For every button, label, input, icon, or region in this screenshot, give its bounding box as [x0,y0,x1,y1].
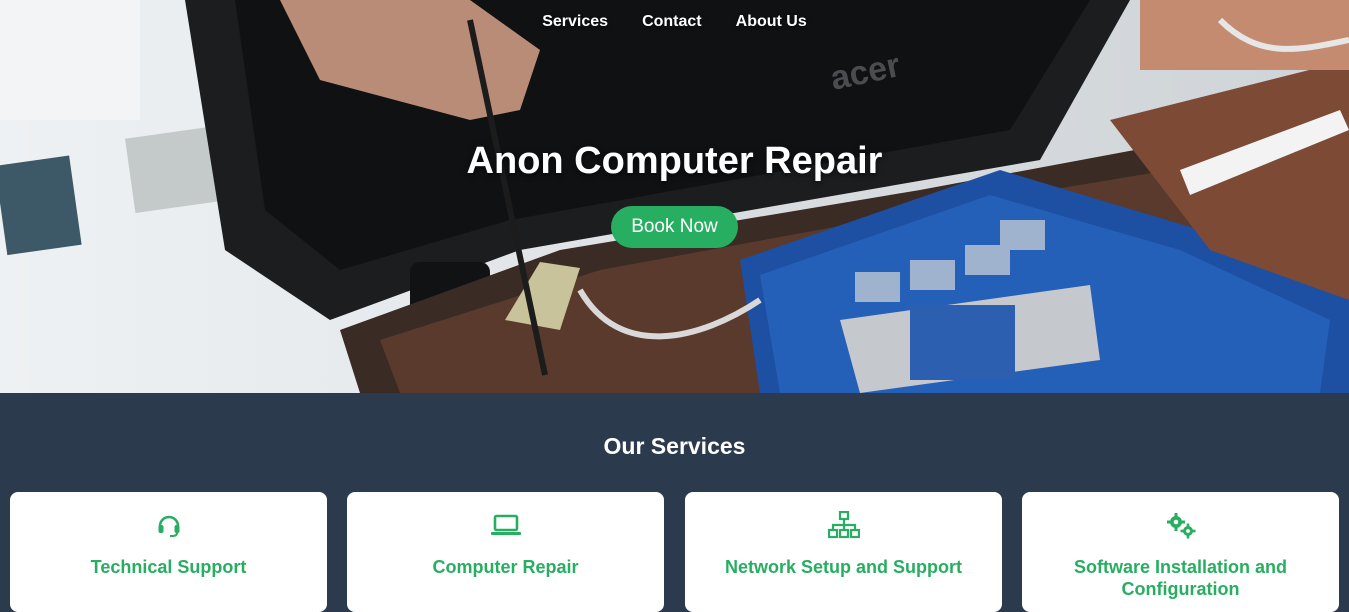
hero-background-image: acer [0,0,1349,393]
service-card-computer-repair[interactable]: Computer Repair [347,492,664,612]
network-icon [685,510,1002,540]
service-card-title: Software Installation and Configuration [1073,557,1288,599]
service-card-technical-support[interactable]: Technical Support [10,492,327,612]
service-card-software-installation[interactable]: Software Installation and Configuration [1022,492,1339,612]
book-now-button[interactable]: Book Now [611,206,738,248]
headset-icon [10,510,327,540]
gears-icon [1022,510,1339,540]
main-nav: Services Contact About Us [0,12,1349,32]
nav-link-services[interactable]: Services [542,12,608,32]
hero-section: acer Services Contact About Us Anon Comp… [0,0,1349,393]
hero-title: Anon Computer Repair [466,140,883,182]
services-heading: Our Services [603,433,746,459]
laptop-icon [347,510,664,540]
services-section: Our Services Technical Support Computer … [0,393,1349,612]
nav-link-about-us[interactable]: About Us [736,12,807,32]
nav-link-contact[interactable]: Contact [642,12,702,32]
service-card-title: Technical Support [90,557,247,577]
service-card-title: Network Setup and Support [724,557,962,577]
service-card-title: Computer Repair [432,557,579,577]
service-card-network-setup[interactable]: Network Setup and Support [685,492,1002,612]
